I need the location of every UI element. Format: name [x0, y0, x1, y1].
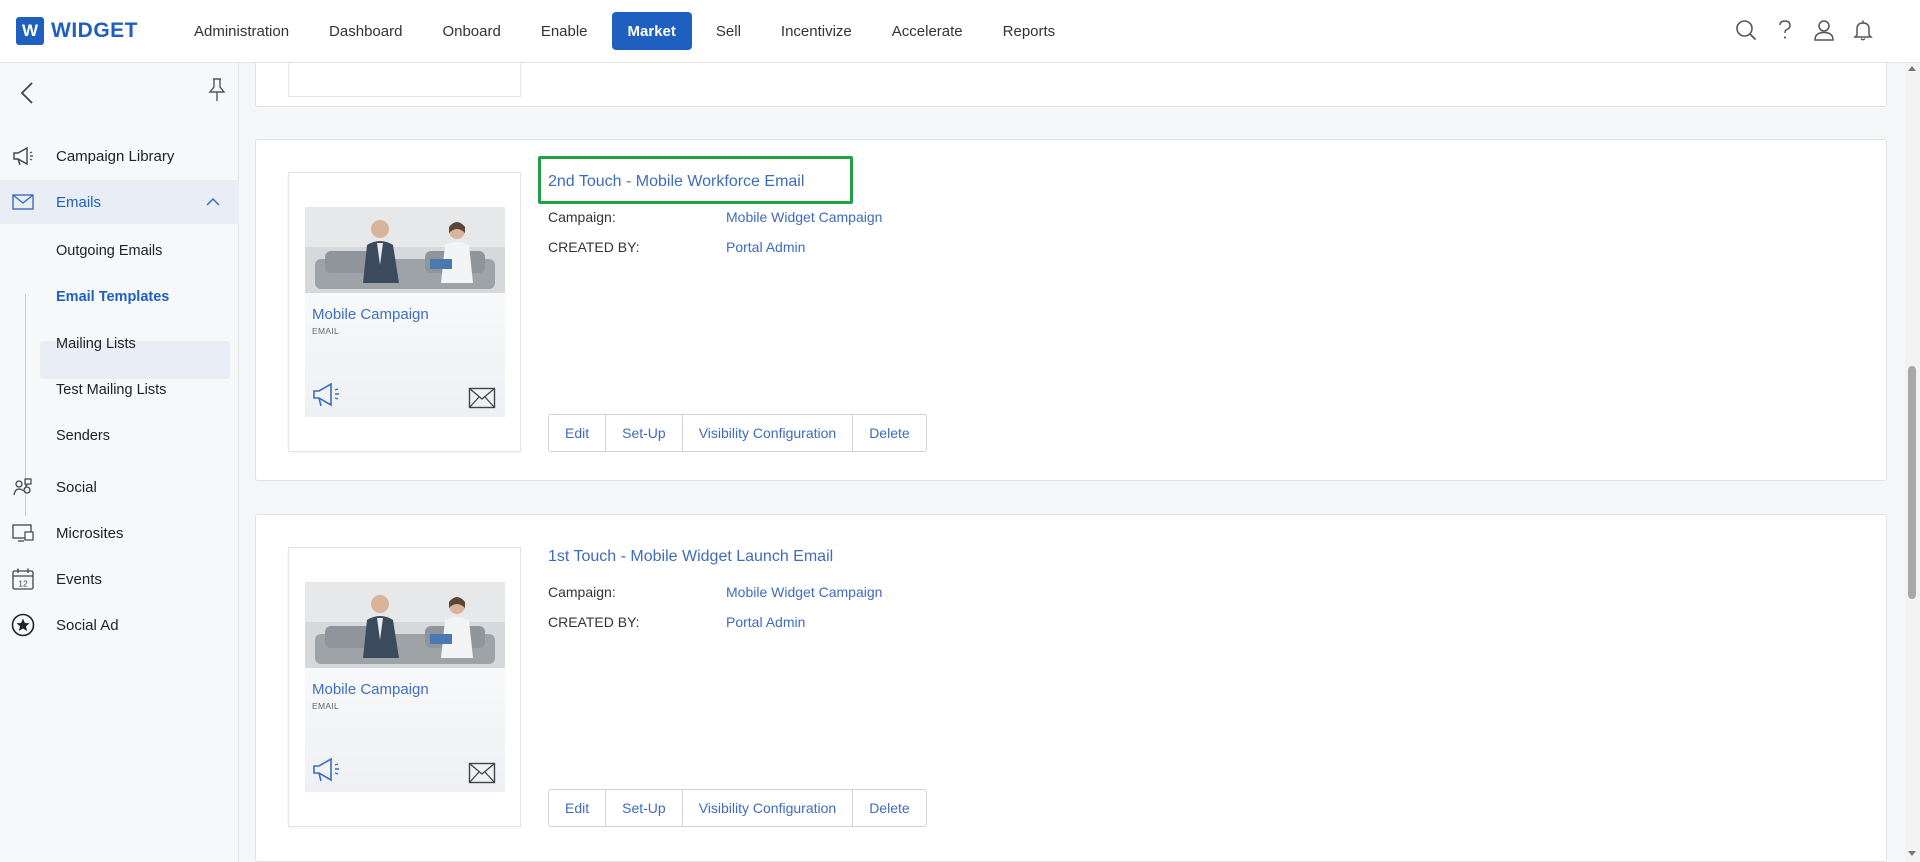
thumbnail-type: EMAIL	[312, 701, 340, 711]
main-nav: Administration Dashboard Onboard Enable …	[178, 12, 1079, 50]
nav-market[interactable]: Market	[611, 12, 692, 50]
business-people-photo	[305, 582, 505, 668]
envelope-icon	[11, 190, 35, 214]
logo-text: WIDGET	[51, 19, 138, 42]
nav-accelerate[interactable]: Accelerate	[876, 12, 979, 50]
sidebar-item-label: Social	[56, 478, 97, 496]
template-card-partial	[255, 63, 1887, 107]
thumbnail-title: Mobile Campaign	[312, 681, 429, 698]
sidebar-item-events[interactable]: 12 Events	[0, 557, 239, 601]
nav-administration[interactable]: Administration	[178, 12, 305, 50]
sidebar-item-social[interactable]: Social	[0, 465, 239, 509]
envelope-icon	[468, 387, 496, 409]
edit-button[interactable]: Edit	[549, 790, 607, 826]
delete-button[interactable]: Delete	[853, 790, 925, 826]
brand-logo[interactable]: W WIDGET	[16, 17, 178, 45]
user-icon[interactable]	[1811, 17, 1837, 43]
nav-incentivize[interactable]: Incentivize	[765, 12, 868, 50]
nav-dashboard[interactable]: Dashboard	[313, 12, 418, 50]
thumbnail-type: EMAIL	[312, 326, 340, 336]
thumbnail-body: Mobile Campaign EMAIL	[305, 207, 505, 417]
campaign-label: Campaign:	[548, 584, 616, 600]
calendar-icon: 12	[11, 567, 35, 591]
thumbnail-title: Mobile Campaign	[312, 306, 429, 323]
sidebar-item-label: Microsites	[56, 524, 124, 542]
nav-sell[interactable]: Sell	[700, 12, 757, 50]
edit-button[interactable]: Edit	[549, 415, 607, 451]
template-card: Mobile Campaign EMAIL 1st Touch - Mobile…	[255, 514, 1887, 862]
template-title-link[interactable]: 2nd Touch - Mobile Workforce Email	[548, 173, 804, 191]
setup-button[interactable]: Set-Up	[606, 790, 683, 826]
created-by-link[interactable]: Portal Admin	[726, 239, 805, 255]
star-badge-icon	[11, 613, 35, 637]
help-icon[interactable]	[1772, 17, 1798, 43]
created-by-label: CREATED BY:	[548, 239, 640, 255]
sidebar-subitem-test-mailing-lists[interactable]: Test Mailing Lists	[56, 382, 166, 398]
pin-icon[interactable]	[206, 77, 228, 103]
logo-badge: W	[16, 17, 44, 45]
bell-icon[interactable]	[1850, 17, 1876, 43]
template-card: Mobile Campaign EMAIL 2nd Touch - Mobile…	[255, 139, 1887, 481]
sidebar-subitem-senders[interactable]: Senders	[56, 428, 110, 444]
sidebar-subitem-email-templates[interactable]: Email Templates	[56, 289, 169, 305]
sidebar-item-label: Emails	[56, 193, 102, 211]
sidebar-item-label: Events	[56, 570, 102, 588]
template-title-link[interactable]: 1st Touch - Mobile Widget Launch Email	[548, 548, 833, 566]
nav-reports[interactable]: Reports	[987, 12, 1072, 50]
visibility-configuration-button[interactable]: Visibility Configuration	[683, 790, 854, 826]
thumbnail-partial	[288, 63, 521, 97]
sidebar-header	[0, 63, 238, 121]
microsite-icon	[11, 521, 35, 545]
thumbnail-body: Mobile Campaign EMAIL	[305, 582, 505, 792]
template-thumbnail[interactable]: Mobile Campaign EMAIL	[288, 547, 521, 827]
megaphone-icon	[11, 144, 35, 168]
template-actions: Edit Set-Up Visibility Configuration Del…	[548, 789, 927, 827]
search-icon[interactable]	[1733, 17, 1759, 43]
sidebar-item-label: Social Ad	[56, 616, 119, 634]
business-people-photo	[305, 207, 505, 293]
envelope-icon	[468, 762, 496, 784]
top-navigation-bar: W WIDGET Administration Dashboard Onboar…	[0, 0, 1920, 63]
main-content: Mobile Campaign EMAIL 2nd Touch - Mobile…	[240, 63, 1900, 862]
sidebar-subitem-mailing-lists[interactable]: Mailing Lists	[56, 336, 136, 352]
scroll-up-arrow-icon[interactable]	[1908, 66, 1916, 71]
chevron-up-icon[interactable]	[204, 193, 222, 211]
sidebar-subitem-outgoing-emails[interactable]: Outgoing Emails	[56, 243, 162, 259]
sidebar-item-emails[interactable]: Emails	[0, 180, 239, 224]
scroll-down-arrow-icon[interactable]	[1908, 851, 1916, 856]
visibility-configuration-button[interactable]: Visibility Configuration	[683, 415, 854, 451]
nav-onboard[interactable]: Onboard	[426, 12, 516, 50]
created-by-label: CREATED BY:	[548, 614, 640, 630]
sidebar-item-campaign-library[interactable]: Campaign Library	[0, 134, 239, 178]
sidebar-item-microsites[interactable]: Microsites	[0, 511, 239, 555]
top-icons	[1720, 17, 1876, 43]
template-actions: Edit Set-Up Visibility Configuration Del…	[548, 414, 927, 452]
campaign-link[interactable]: Mobile Widget Campaign	[726, 584, 882, 600]
megaphone-icon	[311, 381, 345, 409]
vertical-scrollbar[interactable]	[1905, 63, 1920, 862]
created-by-link[interactable]: Portal Admin	[726, 614, 805, 630]
svg-text:12: 12	[18, 579, 28, 589]
campaign-label: Campaign:	[548, 209, 616, 225]
scrollbar-thumb[interactable]	[1908, 366, 1916, 599]
chevron-left-icon[interactable]	[17, 79, 39, 107]
campaign-link[interactable]: Mobile Widget Campaign	[726, 209, 882, 225]
delete-button[interactable]: Delete	[853, 415, 925, 451]
social-icon	[11, 475, 35, 499]
megaphone-icon	[311, 756, 345, 784]
setup-button[interactable]: Set-Up	[606, 415, 683, 451]
sidebar-item-label: Campaign Library	[56, 147, 175, 165]
sidebar: Campaign Library Emails Outgoing Emails …	[0, 63, 239, 862]
sidebar-item-social-ad[interactable]: Social Ad	[0, 603, 239, 647]
nav-enable[interactable]: Enable	[525, 12, 604, 50]
template-thumbnail[interactable]: Mobile Campaign EMAIL	[288, 172, 521, 452]
